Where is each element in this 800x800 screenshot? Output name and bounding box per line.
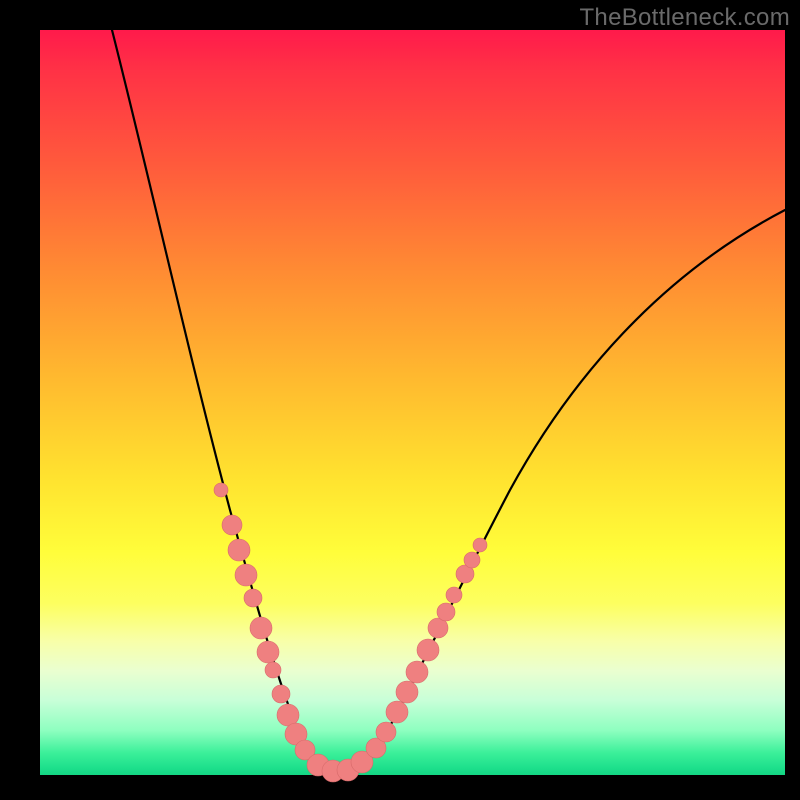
plot-area xyxy=(40,30,785,775)
curve-marker xyxy=(417,639,439,661)
curve-marker xyxy=(473,538,487,552)
chart-svg xyxy=(40,30,785,775)
curve-marker xyxy=(265,662,281,678)
curve-marker xyxy=(244,589,262,607)
marker-group xyxy=(214,483,487,782)
curve-marker xyxy=(222,515,242,535)
curve-marker xyxy=(214,483,228,497)
chart-frame: TheBottleneck.com xyxy=(0,0,800,800)
curve-marker xyxy=(396,681,418,703)
curve-marker xyxy=(250,617,272,639)
curve-marker xyxy=(446,587,462,603)
curve-marker xyxy=(272,685,290,703)
curve-marker xyxy=(386,701,408,723)
curve-marker xyxy=(235,564,257,586)
curve-marker xyxy=(376,722,396,742)
curve-marker xyxy=(228,539,250,561)
bottleneck-curve xyxy=(112,30,785,770)
watermark-text: TheBottleneck.com xyxy=(579,4,790,32)
curve-marker xyxy=(406,661,428,683)
curve-marker xyxy=(257,641,279,663)
curve-marker xyxy=(437,603,455,621)
curve-marker xyxy=(277,704,299,726)
curve-marker xyxy=(464,552,480,568)
